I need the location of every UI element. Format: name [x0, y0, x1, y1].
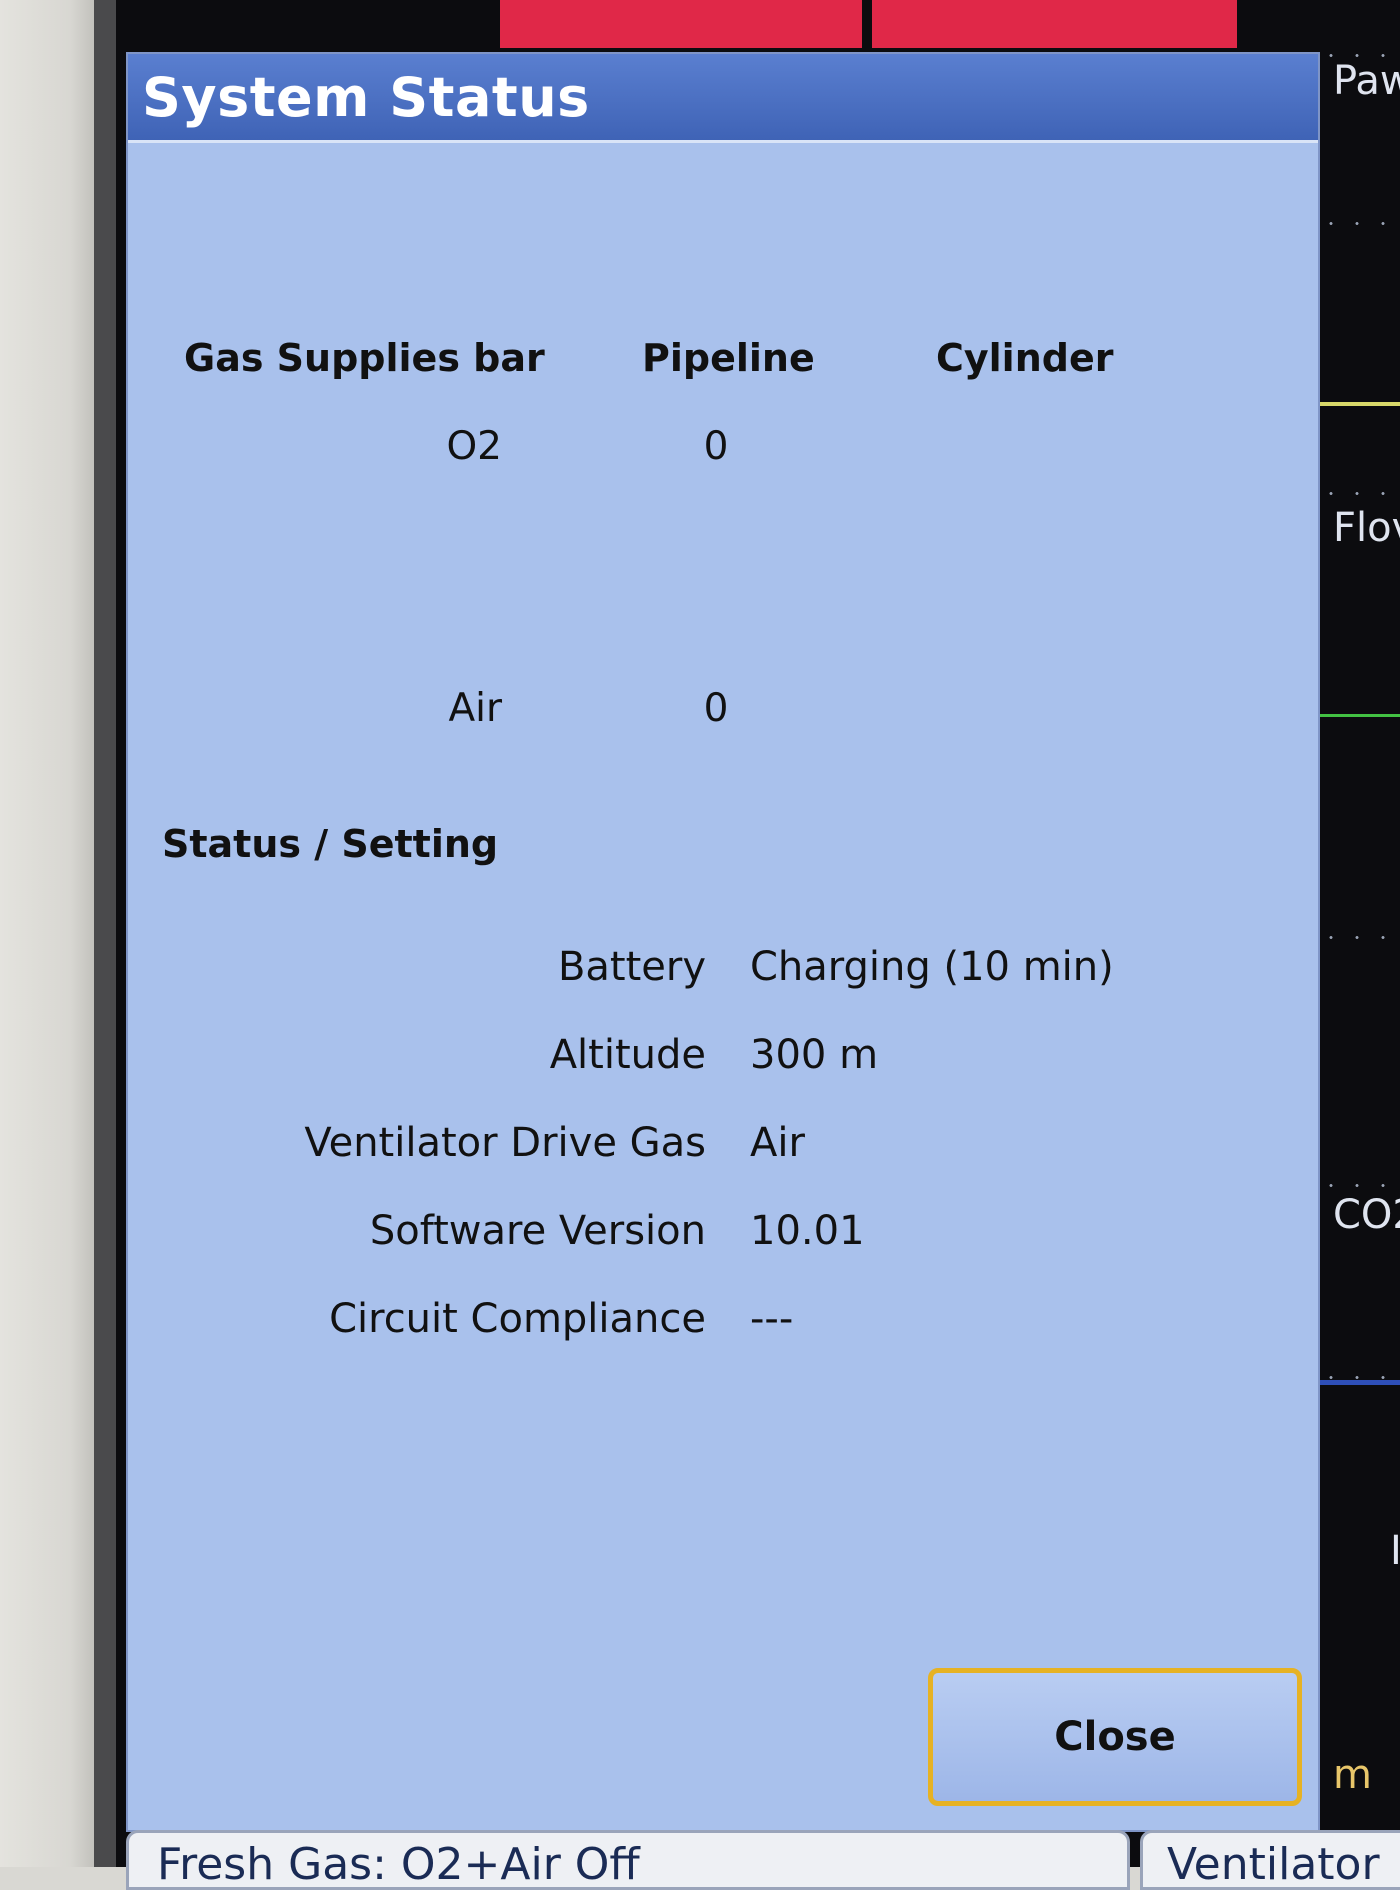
- dialog-header: System Status: [128, 54, 1318, 143]
- fresh-gas-tab-label: Fresh Gas: O2+Air Off: [157, 1839, 640, 1890]
- flow-waveform-line: [1318, 714, 1400, 717]
- waveform-gridline: [1318, 1184, 1400, 1187]
- waveform-label-co2: CO2: [1333, 1192, 1400, 1238]
- cylinder-column-header: Cylinder: [936, 336, 1114, 380]
- altitude-value: 300 m: [750, 1032, 879, 1078]
- gas-supplies-header: Gas Supplies bar: [184, 336, 545, 380]
- waveform-gridline: [1318, 1376, 1400, 1379]
- battery-label: Battery: [557, 944, 706, 990]
- monitor-bezel: [0, 0, 100, 1867]
- fresh-gas-tab[interactable]: Fresh Gas: O2+Air Off: [126, 1830, 1130, 1890]
- circuit-compliance-value: ---: [750, 1296, 794, 1342]
- gas-name-air: Air: [448, 686, 502, 731]
- waveform-label-paw: Paw: [1333, 58, 1400, 104]
- o2-pipeline-value: 0: [703, 424, 729, 469]
- system-status-dialog: System Status Gas Supplies bar Pipeline …: [126, 52, 1320, 1832]
- co2-waveform-line: [1318, 1380, 1400, 1385]
- waveform-gridline: [1318, 222, 1400, 225]
- waveform-label-flow: Flov: [1333, 505, 1400, 551]
- waveform-gridline: [1318, 936, 1400, 939]
- ventilator-tab[interactable]: Ventilator: [1140, 1830, 1400, 1890]
- software-version-label: Software Version: [369, 1208, 706, 1254]
- close-button[interactable]: Close: [928, 1668, 1302, 1806]
- air-pipeline-value: 0: [703, 686, 729, 731]
- waveform-gridline: [1318, 54, 1400, 57]
- alarm-bar-1[interactable]: [500, 0, 862, 48]
- drive-gas-label: Ventilator Drive Gas: [304, 1120, 706, 1166]
- waveform-gridline: [1318, 492, 1400, 495]
- bezel-edge: [94, 0, 116, 1867]
- status-setting-heading: Status / Setting: [162, 822, 499, 866]
- software-version-value: 10.01: [750, 1208, 865, 1254]
- alarm-bar-2[interactable]: [872, 0, 1237, 48]
- pipeline-column-header: Pipeline: [642, 336, 815, 380]
- waveform-label-m: m: [1333, 1752, 1372, 1798]
- right-edge-glyph: I: [1390, 1528, 1400, 1574]
- gas-name-o2: O2: [446, 424, 502, 469]
- altitude-label: Altitude: [549, 1032, 706, 1078]
- paw-waveform-line: [1318, 402, 1400, 406]
- battery-value: Charging (10 min): [750, 944, 1114, 990]
- drive-gas-value: Air: [750, 1120, 805, 1166]
- circuit-compliance-label: Circuit Compliance: [329, 1296, 706, 1342]
- dialog-title: System Status: [142, 66, 590, 129]
- ventilator-tab-label: Ventilator: [1167, 1839, 1380, 1890]
